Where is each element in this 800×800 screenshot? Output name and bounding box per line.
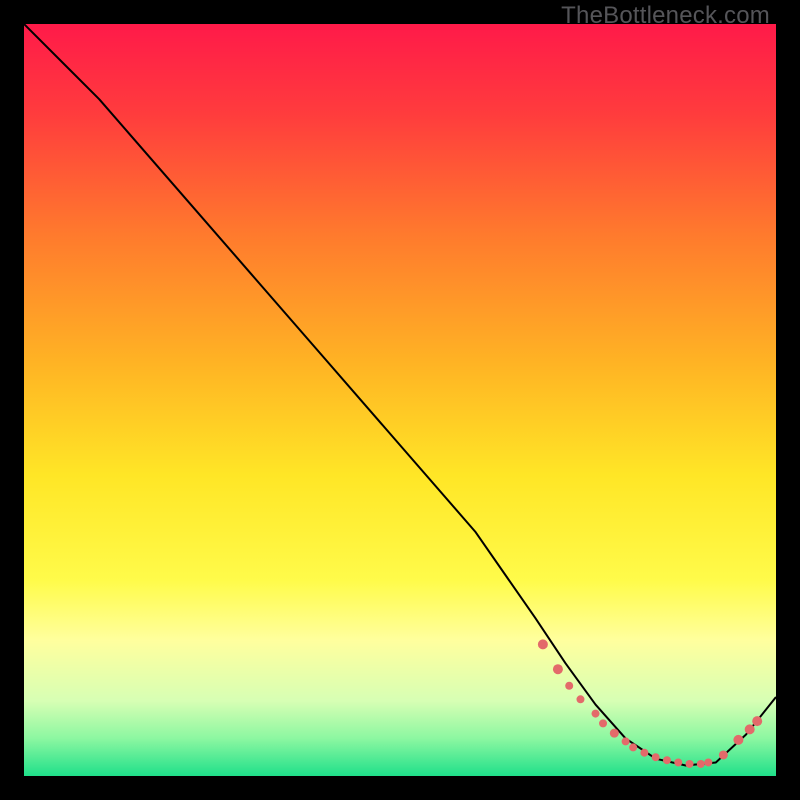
scatter-dot [538,639,548,649]
scatter-dot [592,710,600,718]
scatter-dot [697,760,705,768]
scatter-dot [599,719,607,727]
watermark-text: TheBottleneck.com [561,2,770,30]
scatter-dot [745,724,755,734]
scatter-dot [629,743,637,751]
scatter-dot [733,735,743,745]
gradient-background [24,24,776,776]
scatter-dot [663,756,671,764]
scatter-dot [704,758,712,766]
scatter-dot [565,682,573,690]
scatter-dot [610,729,619,738]
scatter-dot [622,737,630,745]
scatter-dot [553,664,563,674]
scatter-dot [674,758,682,766]
scatter-dot [719,750,728,759]
scatter-dot [576,695,584,703]
scatter-dot [686,760,694,768]
chart-svg [24,24,776,776]
scatter-dot [752,716,762,726]
scatter-dot [652,753,660,761]
chart-frame [24,24,776,776]
scatter-dot [640,749,648,757]
